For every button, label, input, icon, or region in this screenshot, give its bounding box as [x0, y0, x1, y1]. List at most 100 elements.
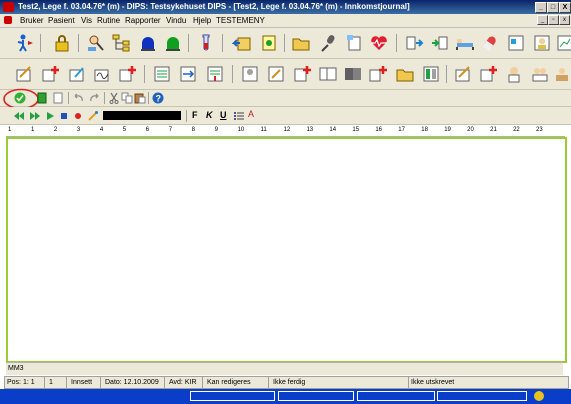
ruler: 1 1 2 3 4 5 6 7 8 9 10 11 12 13 14 15 16 17 18 19 20 21 22 23	[6, 126, 565, 137]
font-selector[interactable]	[103, 111, 181, 120]
patient-group-multi-icon[interactable]	[343, 64, 363, 84]
bed-icon[interactable]	[455, 33, 475, 53]
taskbar-cell[interactable]	[278, 391, 354, 401]
chart-icon[interactable]	[555, 33, 571, 53]
status-print-state: Ikke utskrevet	[411, 379, 455, 386]
doctor-icon[interactable]	[504, 64, 524, 84]
taskbar-cell[interactable]	[357, 391, 435, 401]
lab-tube-icon[interactable]	[196, 33, 216, 53]
copy-icon[interactable]	[121, 92, 133, 104]
taskbar-cell[interactable]	[437, 391, 527, 401]
doctor-group-icon[interactable]	[530, 64, 550, 84]
toolbar-separator	[232, 65, 233, 83]
ruler-tick: 13	[306, 127, 314, 133]
paste-icon[interactable]	[134, 92, 146, 104]
maximize-button[interactable]: □	[547, 2, 559, 13]
fast-forward-icon[interactable]	[29, 110, 41, 122]
cut-icon[interactable]	[108, 92, 120, 104]
ruler-tick: 19	[444, 127, 451, 133]
font-size-button[interactable]: A	[248, 109, 254, 119]
lock-icon[interactable]	[52, 33, 72, 53]
status-position: Pos: 1: 1	[5, 377, 45, 388]
patient-group-icon[interactable]	[318, 64, 338, 84]
journal-editor[interactable]	[6, 137, 567, 363]
menu-vindu[interactable]: Vindu	[166, 16, 186, 25]
list-icon[interactable]	[152, 64, 172, 84]
stop-icon[interactable]	[58, 110, 70, 122]
ruler-tick: 14	[329, 127, 337, 133]
menu-rutine[interactable]: Rutine	[97, 16, 120, 25]
transfer-out-icon[interactable]	[404, 33, 424, 53]
play-icon[interactable]	[44, 110, 56, 122]
bullet-list-icon[interactable]	[233, 110, 245, 122]
italic-button[interactable]: K	[206, 110, 213, 120]
search-patient-icon[interactable]	[86, 33, 106, 53]
toolbar-separator	[78, 34, 79, 52]
exit-icon[interactable]	[14, 33, 34, 53]
underline-button[interactable]: U	[220, 110, 227, 120]
add-note-icon[interactable]	[40, 64, 60, 84]
app-icon[interactable]	[3, 2, 14, 12]
record-icon[interactable]	[72, 110, 84, 122]
mdi-minimize-button[interactable]: _	[537, 15, 548, 25]
patient-edit-icon[interactable]	[266, 64, 286, 84]
mdi-close-button[interactable]: x	[559, 15, 570, 25]
back-folder-icon[interactable]	[231, 33, 252, 53]
patient-group-add-icon[interactable]	[368, 64, 388, 84]
dictation-settings-icon[interactable]	[87, 110, 99, 122]
patient-add-icon[interactable]	[292, 64, 312, 84]
medication-icon[interactable]	[480, 33, 500, 53]
book-icon[interactable]	[36, 92, 48, 104]
mdi-restore-button[interactable]: ▫	[548, 15, 559, 25]
patient-list-icon[interactable]	[532, 33, 552, 53]
close-button[interactable]: X	[559, 2, 571, 13]
menu-testemeny[interactable]: TESTEMENY	[216, 16, 265, 25]
minimize-button[interactable]: _	[535, 2, 547, 13]
edit-note-icon[interactable]	[67, 64, 87, 84]
blue-alarm-icon[interactable]	[138, 33, 158, 53]
help-icon[interactable]: ?	[152, 92, 164, 104]
microphone-icon[interactable]	[318, 33, 338, 53]
document-icon[interactable]	[52, 92, 64, 104]
referral-icon[interactable]	[453, 64, 473, 84]
taskbar-cell[interactable]	[190, 391, 275, 401]
list-export-icon[interactable]	[205, 64, 225, 84]
document-icon[interactable]	[4, 16, 12, 24]
notes-icon[interactable]	[259, 33, 279, 53]
note-pen-icon[interactable]	[14, 64, 34, 84]
status-bar: Pos: 1: 1 1 Innsett Dato: 12.10.2009 Avd…	[4, 376, 569, 389]
menu-rapporter[interactable]: Rapporter	[125, 16, 161, 25]
undo-icon[interactable]	[73, 92, 85, 104]
heart-monitor-icon[interactable]	[369, 33, 389, 53]
toolbar-separator	[188, 34, 189, 52]
menu-bruker[interactable]: Bruker	[20, 16, 44, 25]
signature-icon[interactable]	[92, 64, 112, 84]
menu-hjelp[interactable]: Hjelp	[193, 16, 211, 25]
open-folder-icon[interactable]	[395, 64, 415, 84]
organization-icon[interactable]	[111, 33, 131, 53]
add-signature-icon[interactable]	[117, 64, 137, 84]
bold-button[interactable]: F	[192, 110, 198, 120]
redo-icon[interactable]	[88, 92, 100, 104]
ruler-tick: 11	[260, 127, 267, 133]
transfer-in-icon[interactable]	[430, 33, 450, 53]
ruler-tick: 23	[536, 127, 543, 133]
patient-card-icon[interactable]	[240, 64, 260, 84]
menu-pasient[interactable]: Pasient	[48, 16, 75, 25]
status-finished-state: Ikke ferdig	[271, 377, 409, 388]
list-transfer-icon[interactable]	[178, 64, 198, 84]
format-toolbar: F K U A	[0, 107, 571, 125]
toolbar-separator	[446, 65, 447, 83]
add-referral-icon[interactable]	[478, 64, 498, 84]
ward-overview-icon[interactable]	[421, 64, 441, 84]
doctor-team-icon[interactable]	[552, 64, 571, 84]
forms-icon[interactable]	[506, 33, 526, 53]
rewind-icon[interactable]	[13, 110, 25, 122]
menu-vis[interactable]: Vis	[81, 16, 92, 25]
tray-icon[interactable]	[534, 391, 544, 401]
document-copy-icon[interactable]	[344, 33, 364, 53]
green-alarm-icon[interactable]	[163, 33, 183, 53]
folder-icon[interactable]	[291, 33, 311, 53]
ruler-tick: 12	[283, 127, 291, 133]
ruler-tick: 9	[214, 127, 218, 133]
